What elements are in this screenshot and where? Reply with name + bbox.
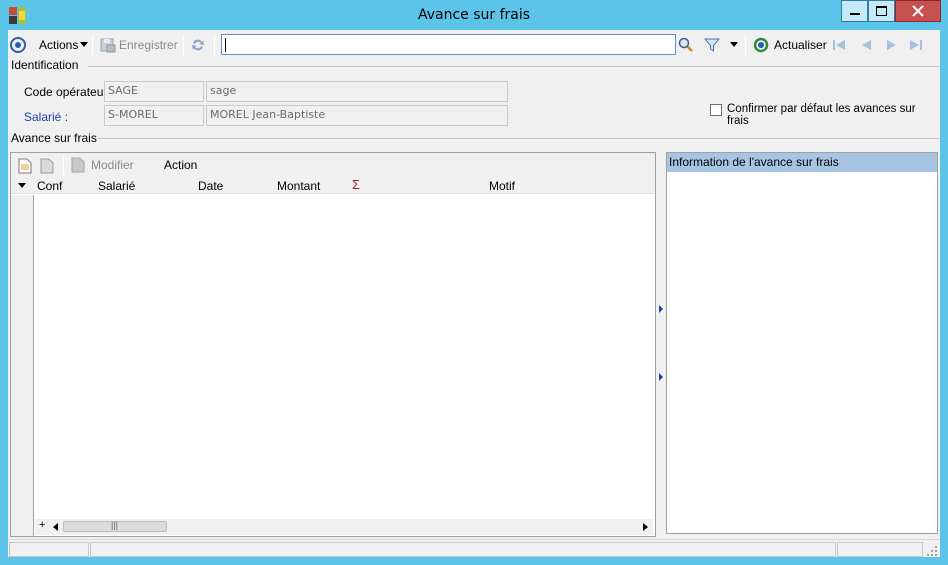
- chevron-down-icon: [80, 42, 89, 47]
- refresh-icon: [753, 37, 769, 53]
- refresh-label: Actualiser: [774, 38, 827, 52]
- main-toolbar: Actions Enregistrer Actualiser: [8, 31, 940, 58]
- sigma-icon[interactable]: Σ: [352, 177, 360, 192]
- scroll-thumb[interactable]: |||: [63, 520, 167, 532]
- status-cell: [9, 542, 89, 557]
- save-icon: [100, 38, 116, 53]
- next-record-button[interactable]: [885, 34, 899, 56]
- first-record-button[interactable]: [832, 34, 846, 56]
- modify-label: Modifier: [91, 158, 134, 172]
- column-header-employee[interactable]: Salarié: [98, 179, 135, 193]
- toolbar-separator: [745, 35, 746, 55]
- minimize-icon: [849, 13, 860, 15]
- identification-section-title: Identification: [11, 58, 79, 72]
- confirm-default-label[interactable]: Confirmer par défaut les avances sur fra…: [727, 103, 940, 127]
- close-icon: [912, 5, 924, 17]
- toolbar-separator: [214, 35, 215, 55]
- advances-section-title: Avance sur frais: [11, 131, 97, 145]
- sync-button[interactable]: [190, 34, 206, 56]
- search-input[interactable]: [221, 34, 676, 55]
- previous-icon: [862, 40, 871, 50]
- add-row-icon[interactable]: +: [39, 519, 45, 531]
- info-panel-title: Information de l'avance sur frais: [667, 153, 937, 172]
- target-icon: [10, 37, 26, 53]
- application-window: Avance sur frais Actions Enregistrer Act…: [0, 0, 948, 565]
- column-header-amount[interactable]: Montant: [277, 179, 320, 193]
- resize-grip-icon[interactable]: [927, 546, 937, 556]
- save-button[interactable]: Enregistrer: [100, 34, 178, 56]
- close-button[interactable]: [895, 0, 941, 22]
- edit-record-button[interactable]: [40, 155, 54, 177]
- minimize-button[interactable]: [841, 0, 868, 22]
- actions-menu-button[interactable]: Actions: [39, 34, 89, 56]
- grid-header: Conf Salarié Date Montant Σ Motif: [11, 177, 655, 194]
- scroll-right-icon[interactable]: [643, 523, 649, 531]
- toolbar-separator: [92, 35, 93, 55]
- column-header-date[interactable]: Date: [198, 179, 223, 193]
- edit-document-icon: [40, 158, 54, 174]
- search-icon: [678, 37, 693, 52]
- new-record-button[interactable]: [18, 155, 32, 177]
- previous-record-button[interactable]: [859, 34, 873, 56]
- action-label: Action: [164, 158, 198, 172]
- toolbar-separator: [63, 156, 64, 176]
- info-panel: Information de l'avance sur frais: [666, 152, 938, 534]
- next-icon: [887, 40, 896, 50]
- new-document-icon: [18, 158, 32, 174]
- sync-icon: [192, 39, 204, 51]
- expand-right-icon[interactable]: [659, 305, 664, 313]
- employee-label[interactable]: Salarié :: [24, 110, 68, 124]
- filter-button[interactable]: [704, 34, 720, 56]
- advances-grid: Modifier Action Conf Salarié Date Montan…: [10, 152, 656, 537]
- toolbar-separator: [183, 35, 184, 55]
- panel-splitter[interactable]: [658, 152, 665, 537]
- maximize-icon: [876, 6, 887, 16]
- save-label: Enregistrer: [119, 38, 178, 52]
- column-header-conf[interactable]: Conf: [37, 179, 62, 193]
- last-icon: [910, 40, 922, 50]
- section-divider: [88, 66, 940, 67]
- refresh-button[interactable]: Actualiser: [753, 34, 827, 56]
- operator-name-field[interactable]: sage: [206, 81, 508, 102]
- row-menu-chevron-icon[interactable]: [18, 183, 27, 189]
- search-button[interactable]: [678, 34, 694, 56]
- section-divider: [98, 138, 940, 139]
- filter-icon: [704, 38, 720, 52]
- grip-icon: |||: [111, 520, 119, 530]
- modify-icon: [71, 157, 85, 173]
- actions-label: Actions: [39, 38, 79, 52]
- title-bar[interactable]: Avance sur frais: [0, 0, 948, 30]
- action-menu-button[interactable]: Action: [164, 154, 197, 176]
- window-title: Avance sur frais: [417, 7, 531, 23]
- column-header-reason[interactable]: Motif: [489, 179, 515, 193]
- filter-dropdown-button[interactable]: [730, 34, 739, 56]
- employee-name-field[interactable]: MOREL Jean-Baptiste: [206, 105, 508, 126]
- text-caret: [225, 38, 226, 52]
- horizontal-scrollbar[interactable]: + |||: [35, 519, 653, 535]
- maximize-button[interactable]: [868, 0, 895, 22]
- status-cell: [837, 542, 923, 557]
- employee-code-field[interactable]: S-MOREL: [104, 105, 204, 126]
- target-button[interactable]: [10, 34, 28, 56]
- chevron-down-icon: [730, 42, 738, 47]
- last-record-button[interactable]: [909, 34, 923, 56]
- status-cell: [90, 542, 836, 557]
- operator-code-field[interactable]: SAGE: [104, 81, 204, 102]
- first-icon: [833, 40, 845, 50]
- scroll-left-icon[interactable]: [53, 523, 59, 531]
- expand-right-icon[interactable]: [659, 373, 664, 381]
- row-selector-column: [11, 195, 34, 536]
- operator-code-label: Code opérateur :: [24, 85, 115, 99]
- modify-button[interactable]: Modifier: [71, 154, 134, 176]
- confirm-default-checkbox[interactable]: [710, 104, 722, 116]
- status-bar: [8, 539, 940, 557]
- client-area: Actions Enregistrer Actualiser Identific…: [8, 30, 940, 557]
- grid-toolbar: Modifier Action: [11, 153, 655, 177]
